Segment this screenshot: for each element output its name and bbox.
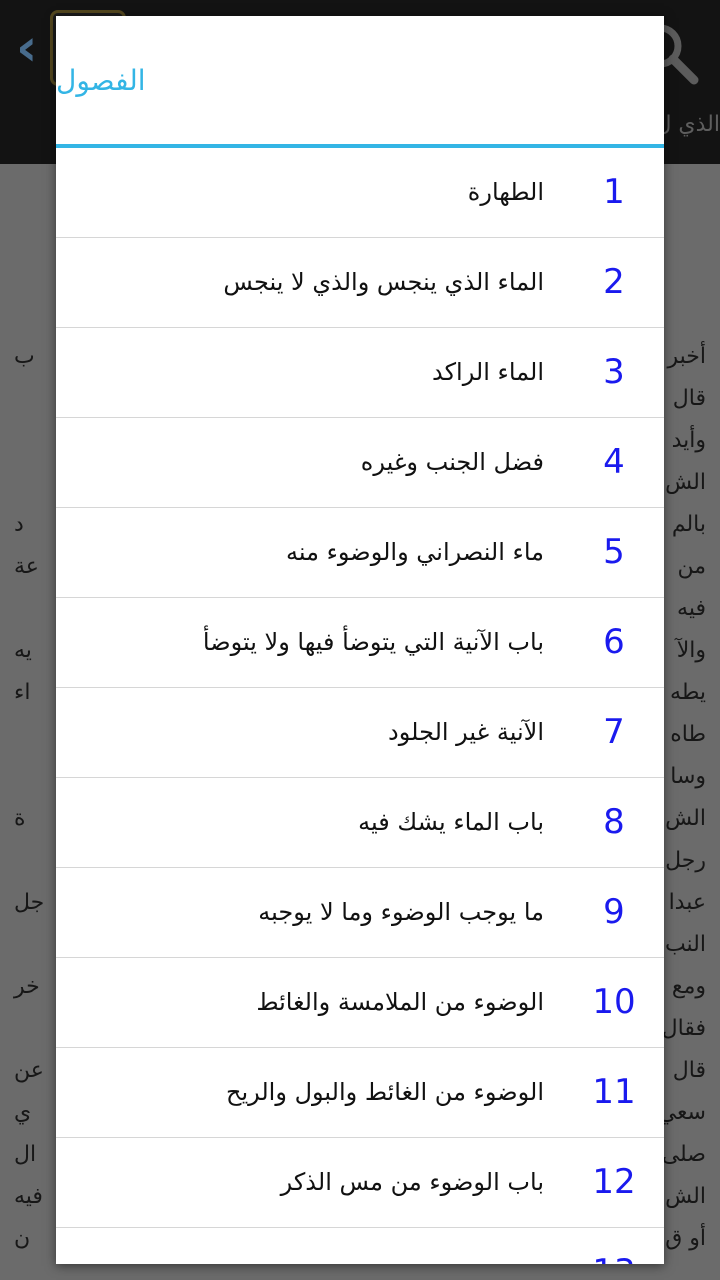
chapter-name: الطهارة: [467, 178, 544, 206]
chapter-row[interactable]: باب الوضوء من مس الذكر 12: [56, 1138, 664, 1228]
chapter-name: الوضوء من الغائط والبول والريح: [225, 1078, 544, 1106]
chapter-row[interactable]: الماء الراكد 3: [56, 328, 664, 418]
dialog-title: الفصول: [56, 63, 146, 97]
chapter-number: 6: [603, 622, 625, 662]
chapter-number: 7: [603, 712, 625, 752]
chapters-dialog: الفصول الطهارة 1 الماء الذي ينجس والذي لا …: [56, 16, 664, 1264]
chapter-name: ماء النصراني والوضوء منه: [286, 538, 544, 566]
chapter-number: 4: [603, 442, 625, 482]
chapter-row[interactable]: الوضوء من الملامسة والغائط 10: [56, 958, 664, 1048]
chapter-name: ما يوجب الوضوء وما لا يوجبه: [258, 898, 544, 926]
chapter-name: باب الماء يشك فيه: [358, 808, 544, 836]
chapter-row[interactable]: 13: [56, 1228, 664, 1264]
chapter-row[interactable]: باب الماء يشك فيه 8: [56, 778, 664, 868]
chapter-row[interactable]: الآنية غير الجلود 7: [56, 688, 664, 778]
chapter-row[interactable]: الماء الذي ينجس والذي لا ينجس 2: [56, 238, 664, 328]
chapter-row[interactable]: فضل الجنب وغيره 4: [56, 418, 664, 508]
chapter-row[interactable]: ماء النصراني والوضوء منه 5: [56, 508, 664, 598]
chapter-row[interactable]: باب الآنية التي يتوضأ فيها ولا يتوضأ 6: [56, 598, 664, 688]
chapter-number: 1: [603, 172, 625, 212]
chapter-name: الآنية غير الجلود: [388, 718, 544, 746]
chapter-name: الوضوء من الملامسة والغائط: [256, 988, 544, 1016]
chapter-number: 3: [603, 352, 625, 392]
chapter-row[interactable]: ما يوجب الوضوء وما لا يوجبه 9: [56, 868, 664, 958]
chapter-number: 5: [603, 532, 625, 572]
chapter-number: 10: [592, 982, 636, 1022]
chapter-name: الماء الذي ينجس والذي لا ينجس: [223, 268, 544, 296]
chapter-name: باب الآنية التي يتوضأ فيها ولا يتوضأ: [202, 628, 544, 656]
chapter-number: 12: [592, 1162, 636, 1202]
chapter-name: باب الوضوء من مس الذكر: [280, 1168, 544, 1196]
chapter-number: 2: [603, 262, 625, 302]
chapter-number: 13: [574, 1228, 654, 1264]
chapter-number: 8: [603, 802, 625, 842]
chapter-number: 11: [592, 1072, 636, 1112]
chapter-name: فضل الجنب وغيره: [360, 448, 544, 476]
chapter-name: الماء الراكد: [432, 358, 544, 386]
chapter-list: الطهارة 1 الماء الذي ينجس والذي لا ينجس 2 ال…: [56, 148, 664, 1264]
chapter-row[interactable]: الوضوء من الغائط والبول والريح 11: [56, 1048, 664, 1138]
chapter-number: 9: [603, 892, 625, 932]
chapter-row[interactable]: الطهارة 1: [56, 148, 664, 238]
